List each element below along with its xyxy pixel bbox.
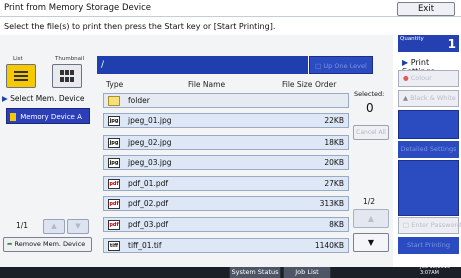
settings-blank-area [398,110,459,139]
device-up-arrow-button[interactable]: ▲ [43,219,65,234]
file-name: pdf_03.pdf [128,220,169,229]
scroll-down-button[interactable]: ▼ [353,233,389,252]
time-text: 3:07AM [420,270,439,276]
folder-up-icon: □ [315,62,322,70]
thumbnail-grid-icon [60,70,74,82]
file-row[interactable]: pdf pdf_03.pdf 8KB [103,217,349,232]
exit-button[interactable]: Exit [397,2,455,16]
quantity-label: Quantity [400,36,424,42]
file-size: 20KB [324,158,344,167]
jpg-file-icon: jpg [108,137,120,148]
memory-card-icon [10,113,16,121]
file-size: 1140KB [314,241,344,250]
file-name: pdf_02.pdf [128,199,169,208]
file-page-indicator: 1/2 [363,197,376,206]
file-row[interactable]: pdf pdf_02.pdf 313KB [103,196,349,211]
black-white-button[interactable]: ▲ Black & White [398,90,459,107]
column-file-size: File Size [282,80,313,89]
file-name: pdf_01.pdf [128,179,169,188]
select-mem-device-label: ▶ Select Mem. Device [2,94,90,103]
enter-password-label: Enter Password [411,221,461,229]
memory-device-a-button[interactable]: Memory Device A [6,108,90,124]
file-size: 27KB [324,179,344,188]
black-white-label: Black & White [410,94,456,102]
column-type: Type [106,80,124,89]
file-row[interactable]: pdf pdf_01.pdf 27KB [103,176,349,191]
device-page-indicator: 1/1 [16,221,29,230]
file-row[interactable]: jpg jpeg_01.jpg 22KB [103,113,349,128]
file-name: jpeg_02.jpg [128,138,172,147]
current-path: / [97,56,308,74]
selected-label: Selected: [354,90,385,98]
file-size: 8KB [329,220,344,229]
file-name: jpeg_03.jpg [128,158,172,167]
quantity-value: 1 [447,37,456,51]
scroll-up-button[interactable]: ▲ [353,209,389,228]
device-down-arrow-button[interactable]: ▼ [67,219,89,234]
file-name: tiff_01.tif [128,241,162,250]
up-one-level-label: Up One Level [323,62,367,70]
cancel-all-button[interactable]: Cancel All [353,125,389,140]
file-row[interactable]: tiff tiff_01.tif 1140KB [103,238,349,253]
column-file-name: File Name [188,80,226,89]
file-row[interactable]: jpg jpeg_02.jpg 18KB [103,135,349,150]
folder-icon [108,95,120,106]
select-mem-device-text: Select Mem. Device [10,94,85,103]
password-icon: □ [403,221,410,229]
file-size: 313KB [319,199,344,208]
start-printing-button[interactable]: Start Printing [398,237,459,254]
colour-icon: ● [403,74,409,82]
quantity-box: Quantity 1 [398,35,459,52]
file-name: jpeg_01.jpg [128,116,172,125]
selected-count: 0 [366,101,374,115]
list-view-label: List [13,56,23,62]
black-white-icon: ▲ [403,94,408,102]
pdf-file-icon: pdf [108,219,120,230]
instruction-text: Select the file(s) to print then press t… [4,22,276,31]
colour-label: Colour [410,74,432,82]
thumbnail-view-label: Thumbnail [55,56,85,62]
enter-password-button[interactable]: □ Enter Password [398,217,461,234]
colour-button[interactable]: ● Colour [398,70,459,87]
up-one-level-button[interactable]: □ Up One Level [309,56,373,74]
remove-mem-device-label: Remove Mem. Device [14,240,86,248]
detailed-settings-button[interactable]: Detailed Settings [398,141,459,158]
date-time: JUL 18,2010 3:07AM [420,264,450,276]
memory-device-a-label: Memory Device A [20,113,82,121]
jpg-file-icon: jpg [108,115,120,126]
settings-blank-area-2 [398,160,459,216]
file-row[interactable]: jpg jpeg_03.jpg 20KB [103,155,349,170]
list-view-button[interactable] [6,64,36,88]
window-title: Print from Memory Storage Device [4,3,152,13]
tiff-file-icon: tiff [108,240,120,251]
system-status-button[interactable]: System Status [229,267,281,278]
job-list-button[interactable]: Job List [283,267,331,278]
remove-mem-device-button[interactable]: ➦ Remove Mem. Device [3,237,92,252]
pointer-triangle-icon: ▶ [402,58,409,67]
file-size: 18KB [324,138,344,147]
jpg-file-icon: jpg [108,157,120,168]
pointer-triangle-icon: ▶ [2,94,8,103]
pdf-file-icon: pdf [108,198,120,209]
column-order: Order [315,80,337,89]
thumbnail-view-button[interactable] [52,64,82,88]
pdf-file-icon: pdf [108,178,120,189]
file-row[interactable]: folder [103,93,349,108]
file-size: 22KB [324,116,344,125]
list-icon [14,71,28,81]
file-name: folder [128,96,150,105]
eject-icon: ➦ [7,240,13,248]
